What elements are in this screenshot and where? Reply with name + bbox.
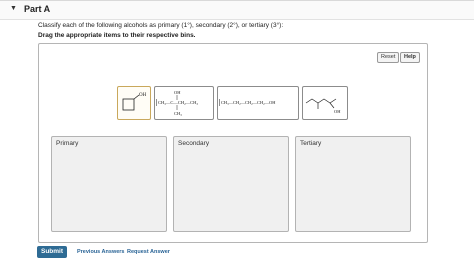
request-answer-link[interactable]: Request Answer [127, 249, 170, 255]
draggable-item-cyclobutylmethanol[interactable]: OH [117, 86, 151, 120]
submit-button[interactable]: Submit [37, 246, 67, 258]
part-title: Part A [24, 4, 51, 14]
oh-label: OH [174, 90, 181, 95]
instruction-text: Drag the appropriate items to their resp… [38, 32, 196, 39]
bin-label: Tertiary [300, 140, 322, 147]
chain-label: CH₃—C—CH₂—CH₃ [158, 100, 198, 105]
previous-answers-link[interactable]: Previous Answers [77, 249, 124, 255]
reset-button[interactable]: Reset [377, 52, 400, 63]
bin-label: Secondary [178, 140, 210, 147]
bin-label: Primary [56, 140, 79, 147]
methyl-label: CH₃ [174, 111, 182, 116]
draggable-item-1-pentanol[interactable]: CH₃—CH₂—CH₂—CH₂—OH [217, 86, 299, 120]
draggable-item-2-methyl-2-butanol[interactable]: OH CH₃—C—CH₂—CH₃ CH₃ [154, 86, 214, 120]
oh-label: OH [139, 93, 147, 98]
collapse-caret-icon[interactable]: ▼ [10, 5, 17, 12]
cyclobutylmethanol-structure-icon: OH [122, 93, 147, 111]
4-methyl-2-pentanol-structure-icon: OH [305, 98, 341, 114]
bin-primary[interactable]: Primary [51, 136, 167, 232]
bin-tertiary[interactable]: Tertiary [295, 136, 411, 232]
help-button[interactable]: Help [400, 52, 420, 63]
oh-label: OH [334, 109, 341, 114]
drag-drop-panel: Reset Help OH OH CH₃—C—CH₂—CH₃ CH₃ CH₃—C… [38, 43, 428, 243]
1-pentanol-structure-icon: CH₃—CH₂—CH₂—CH₂—OH [219, 99, 276, 106]
bin-secondary[interactable]: Secondary [173, 136, 289, 232]
formula-label: CH₃—CH₂—CH₂—CH₂—OH [221, 100, 276, 105]
question-text: Classify each of the following alcohols … [38, 22, 284, 29]
draggable-item-4-methyl-2-pentanol[interactable]: OH [302, 86, 348, 120]
part-header[interactable]: ▼ Part A [0, 0, 474, 20]
2-methyl-2-butanol-structure-icon: OH CH₃—C—CH₂—CH₃ CH₃ [156, 90, 198, 116]
